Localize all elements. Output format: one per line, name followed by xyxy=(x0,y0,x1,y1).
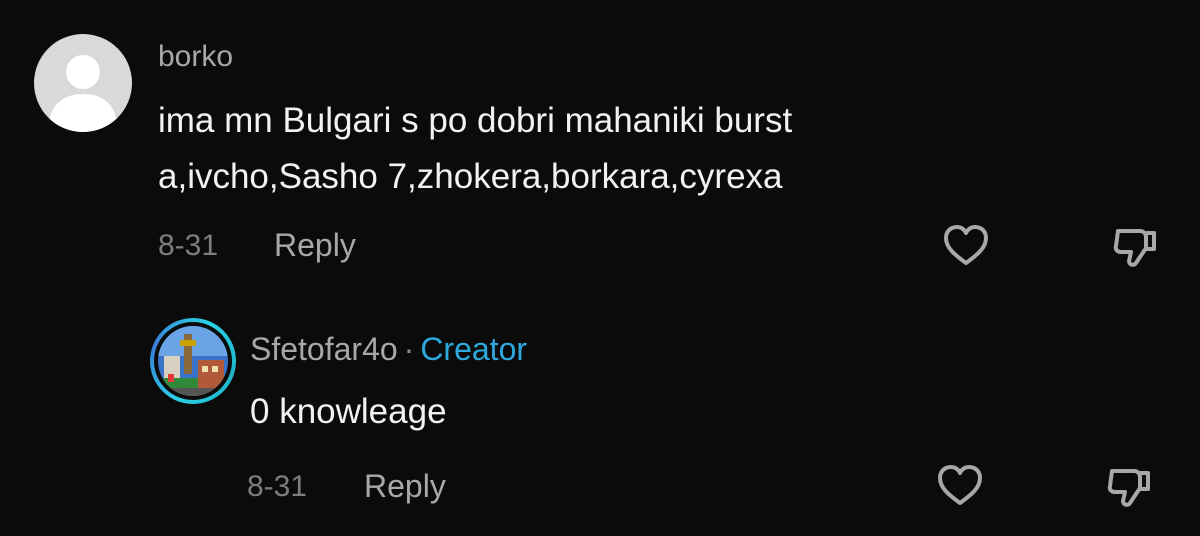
separator-dot: · xyxy=(403,331,415,367)
heart-outline-icon xyxy=(938,465,982,505)
like-button[interactable] xyxy=(935,461,985,511)
comment-text-line: a,ivcho,Sasho 7,zhokera,borkara,cyrexa xyxy=(158,157,783,196)
reply-button[interactable]: Reply xyxy=(364,468,446,505)
thumbs-down-icon xyxy=(1107,469,1150,507)
reply-header: Sfetofar4o · Creator xyxy=(250,331,527,368)
reply-date: 8-31 xyxy=(247,470,308,503)
reply-username[interactable]: Sfetofar4o xyxy=(250,331,398,367)
default-user-icon xyxy=(48,55,118,132)
comment-date: 8-31 xyxy=(158,229,219,262)
dislike-button[interactable] xyxy=(1110,221,1160,271)
creator-badge: Creator xyxy=(420,331,528,367)
heart-outline-icon xyxy=(944,225,988,265)
comment-username[interactable]: borko xyxy=(158,40,233,74)
user-avatar[interactable] xyxy=(34,34,132,132)
comment-text-line: ima mn Bulgari s po dobri mahaniki burst xyxy=(158,101,793,140)
thumbs-down-icon xyxy=(1113,229,1156,267)
reply-text: 0 knowleage xyxy=(250,392,447,431)
avatar-photo xyxy=(158,326,228,396)
creator-avatar[interactable] xyxy=(150,318,236,404)
dislike-button[interactable] xyxy=(1104,461,1154,511)
reply-button[interactable]: Reply xyxy=(274,227,356,264)
like-button[interactable] xyxy=(941,221,991,271)
